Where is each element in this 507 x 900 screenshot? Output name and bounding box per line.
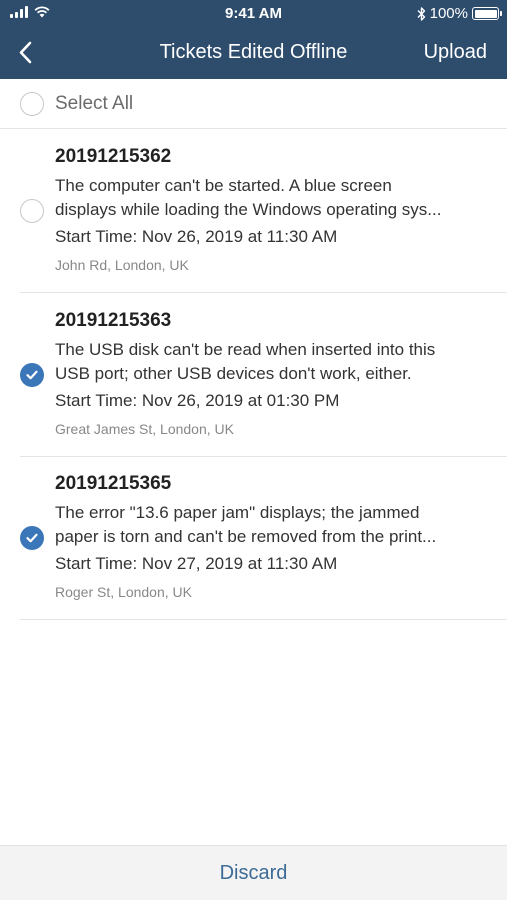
status-right: 100%: [417, 5, 502, 22]
ticket-description-line: The computer can't be started. A blue sc…: [55, 176, 392, 195]
ticket-description-line: The error "13.6 paper jam" displays; the…: [55, 503, 420, 522]
ticket-id: 20191215362: [55, 146, 172, 167]
ticket-description-line: The USB disk can't be read when inserted…: [55, 340, 436, 359]
battery-icon: [472, 7, 502, 20]
select-all-checkbox[interactable]: [20, 91, 44, 116]
select-all-row[interactable]: Select All: [0, 79, 507, 129]
checkmark-icon: [26, 370, 38, 380]
footer-bar: Discard: [0, 845, 507, 900]
ticket-description-line: paper is torn and can't be removed from …: [55, 527, 437, 546]
ticket-start-time: Start Time: Nov 26, 2019 at 11:30 AM: [55, 227, 338, 246]
battery-percent: 100%: [429, 5, 468, 22]
ticket-location: Roger St, London, UK: [55, 584, 192, 600]
ticket-start-time: Start Time: Nov 27, 2019 at 11:30 AM: [55, 554, 338, 573]
ticket-item[interactable]: 20191215362 The computer can't be starte…: [0, 129, 507, 293]
ticket-checkbox[interactable]: [20, 363, 44, 387]
ticket-start-time: Start Time: Nov 26, 2019 at 01:30 PM: [55, 391, 340, 410]
ticket-id: 20191215363: [55, 310, 172, 331]
ticket-description: The computer can't be started. A blue sc…: [55, 174, 495, 222]
app-header: 9:41 AM 100% Tickets Edited Offline Uplo…: [0, 0, 507, 79]
ticket-location: John Rd, London, UK: [55, 257, 189, 273]
select-all-label: Select All: [55, 92, 134, 114]
discard-button[interactable]: Discard: [220, 862, 288, 885]
checkmark-icon: [26, 533, 38, 543]
ticket-checkbox[interactable]: [20, 526, 44, 550]
upload-button[interactable]: Upload: [424, 41, 487, 64]
nav-bar: Tickets Edited Offline Upload: [0, 28, 507, 79]
ticket-item[interactable]: 20191215365 The error "13.6 paper jam" d…: [0, 456, 507, 620]
divider: [20, 619, 507, 620]
ticket-checkbox[interactable]: [20, 199, 44, 223]
ticket-id: 20191215365: [55, 473, 172, 494]
bluetooth-icon: [417, 6, 425, 21]
ticket-location: Great James St, London, UK: [55, 421, 234, 437]
ticket-description: The error "13.6 paper jam" displays; the…: [55, 501, 495, 549]
ticket-item[interactable]: 20191215363 The USB disk can't be read w…: [0, 293, 507, 457]
ticket-description-line: displays while loading the Windows opera…: [55, 200, 442, 219]
ticket-description-line: USB port; other USB devices don't work, …: [55, 364, 412, 383]
ticket-description: The USB disk can't be read when inserted…: [55, 338, 495, 386]
status-bar: 9:41 AM 100%: [0, 0, 507, 28]
